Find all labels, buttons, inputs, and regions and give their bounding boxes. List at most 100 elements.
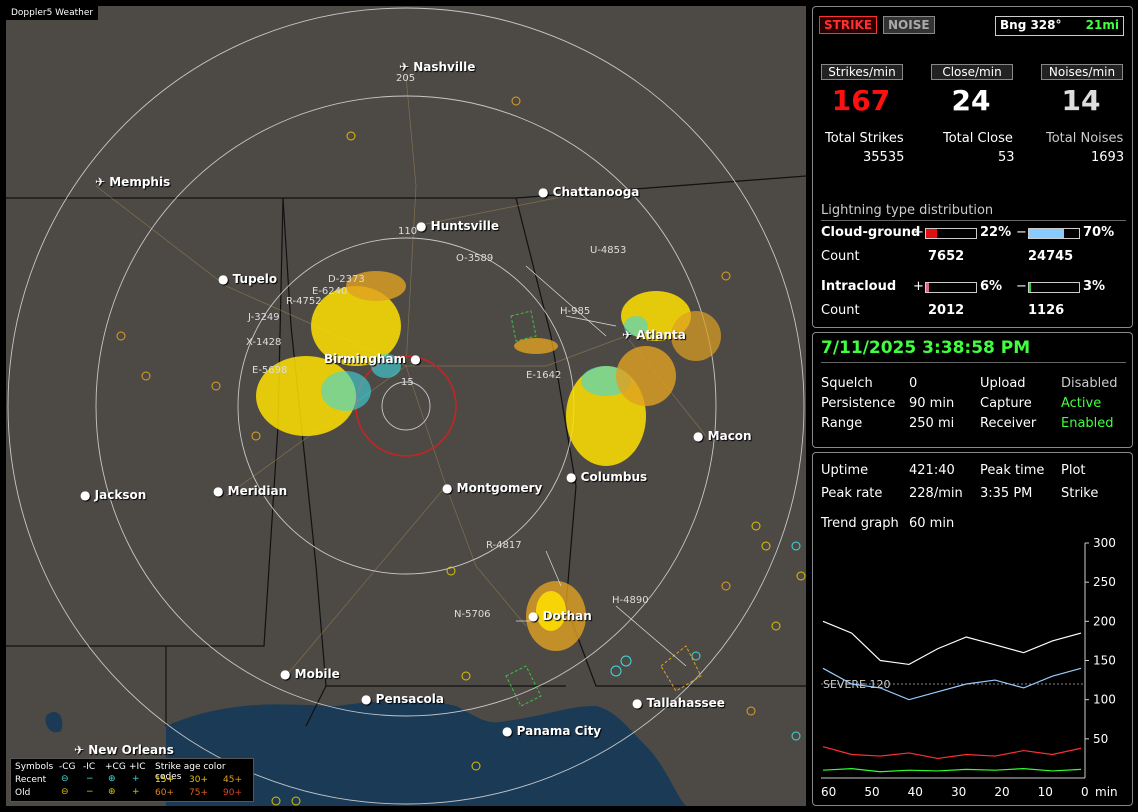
lake [45, 711, 63, 733]
capture-value[interactable]: Active [1061, 396, 1101, 411]
city-dothan[interactable]: ● Dothan [528, 609, 592, 623]
stats-panel: Uptime 421:40 Peak time Plot Peak rate 2… [812, 452, 1133, 806]
cloud-ground-label: Cloud-ground [821, 225, 921, 240]
x-tick-label: 20 [994, 785, 1009, 799]
cg-pos-recent-icon: ⊕ [108, 774, 116, 784]
total-noises-value: 1693 [1091, 150, 1125, 165]
trend-series-0 [822, 620, 1082, 666]
state-borders [6, 175, 806, 727]
range-label: Range [821, 416, 863, 431]
city-label: Columbus [580, 470, 648, 484]
noise-button[interactable]: NOISE [883, 16, 935, 34]
legend-age-45: 45+ [223, 775, 242, 785]
cg-pos-bar [925, 228, 977, 239]
total-strikes-value: 35535 [863, 150, 905, 165]
ic-neg-recent-icon: − [86, 774, 94, 784]
ic-pos-count: 2012 [928, 303, 965, 318]
city-label: New Orleans [88, 743, 174, 757]
legend-recent: Recent [15, 775, 47, 785]
peak-time-label: Peak time [980, 463, 1045, 478]
ic-neg-old-icon: − [86, 787, 94, 797]
city-label: Pensacola [375, 692, 444, 706]
minus-sign: − [1016, 225, 1027, 240]
city-tallahassee[interactable]: ● Tallahassee [632, 696, 725, 710]
city-birmingham[interactable]: Birmingham ● [324, 352, 421, 366]
cg-neg-count: 24745 [1028, 249, 1074, 264]
trend-value[interactable]: 60 min [909, 516, 954, 531]
receiver-value[interactable]: Enabled [1061, 416, 1114, 431]
ic-pos-recent-icon: + [132, 774, 140, 784]
upload-value[interactable]: Disabled [1061, 376, 1117, 391]
map-svg [6, 7, 806, 806]
total-noises-label: Total Noises [1046, 131, 1124, 146]
noises-per-min-value: 14 [1061, 84, 1101, 117]
legend-ic-neg: -IC [83, 762, 96, 772]
cg-neg-old-icon: ⊖ [61, 787, 69, 797]
legend-cg-pos: +CG [105, 762, 126, 772]
legend-age-60: 60+ [155, 788, 174, 798]
strike-id: H-4890 [612, 595, 649, 606]
city-pensacola[interactable]: ● Pensacola [361, 692, 444, 706]
trend-series-2 [822, 746, 1082, 760]
strike-id: N-5706 [454, 609, 491, 620]
total-strikes-label: Total Strikes [825, 131, 904, 146]
bearing-value: Bng 328° [1000, 18, 1062, 32]
bearing-display: Bng 328° 21mi [995, 16, 1124, 36]
legend-age-75: 75+ [189, 788, 208, 798]
plot-label: Plot [1061, 463, 1086, 478]
city-jackson[interactable]: ● Jackson [80, 488, 146, 502]
city-label: Montgomery [456, 481, 543, 495]
strike-cluster-small [514, 338, 558, 354]
city-mobile[interactable]: ● Mobile [280, 667, 340, 681]
plot-value[interactable]: Strike [1061, 486, 1098, 501]
cg-neg-bar [1028, 228, 1080, 239]
city-macon[interactable]: ● Macon [693, 429, 752, 443]
capture-label: Capture [980, 396, 1032, 411]
legend-age-90: 90+ [223, 788, 242, 798]
city-label: Macon [707, 429, 752, 443]
city-nashville[interactable]: ✈ Nashville [399, 60, 475, 74]
city-columbus[interactable]: ● Columbus [566, 470, 647, 484]
city-huntsville[interactable]: ● Huntsville [416, 219, 499, 233]
total-close-label: Total Close [943, 131, 1013, 146]
city-label: Panama City [516, 724, 602, 738]
lightning-map[interactable]: Doppler5 Weather 205 110 15 ✈ Nashville … [6, 6, 806, 806]
x-tick-label: 10 [1038, 785, 1053, 799]
upload-label: Upload [980, 376, 1026, 391]
city-panama-city[interactable]: ● Panama City [502, 724, 601, 738]
x-tick-label: 30 [951, 785, 966, 799]
range-value[interactable]: 250 mi [909, 416, 954, 431]
city-label: Tupelo [232, 272, 278, 286]
x-tick-label: 40 [908, 785, 923, 799]
settings-panel: 7/11/2025 3:38:58 PM Squelch 0 Upload Di… [812, 332, 1133, 448]
city-montgomery[interactable]: ● Montgomery [442, 481, 542, 495]
city-label: Chattanooga [552, 185, 640, 199]
strike-id: O-3589 [456, 253, 494, 264]
city-new-orleans[interactable]: ✈ New Orleans [74, 743, 174, 757]
persistence-value[interactable]: 90 min [909, 396, 954, 411]
city-chattanooga[interactable]: ● Chattanooga [538, 185, 639, 199]
legend-age-30: 30+ [189, 775, 208, 785]
strike-id: R-4752 [286, 296, 322, 307]
city-tupelo[interactable]: ● Tupelo [218, 272, 277, 286]
strike-id: X-1428 [246, 337, 282, 348]
ic-pos-bar [925, 282, 977, 293]
legend-cg-neg: -CG [59, 762, 76, 772]
strike-id: U-4853 [590, 245, 627, 256]
legend-age-15: 15+ [155, 775, 174, 785]
ring-label-15: 15 [401, 377, 414, 388]
ic-neg-count: 1126 [1028, 303, 1065, 318]
strike-status-panel: STRIKE NOISE Bng 328° 21mi Strikes/min C… [812, 6, 1133, 328]
squelch-value[interactable]: 0 [909, 376, 917, 391]
strike-id: E-5698 [252, 365, 288, 376]
ring-label-205: 205 [396, 73, 416, 84]
ring-label-110: 110 [398, 226, 418, 237]
range-rings [7, 7, 805, 805]
city-meridian[interactable]: ● Meridian [213, 484, 287, 498]
strike-button[interactable]: STRIKE [819, 16, 878, 34]
strikes-per-min-value: 167 [831, 84, 891, 117]
city-label: Nashville [413, 60, 476, 74]
city-memphis[interactable]: ✈ Memphis [95, 175, 170, 189]
city-atlanta[interactable]: ✈ Atlanta [622, 328, 686, 342]
city-label: Dothan [542, 609, 592, 623]
